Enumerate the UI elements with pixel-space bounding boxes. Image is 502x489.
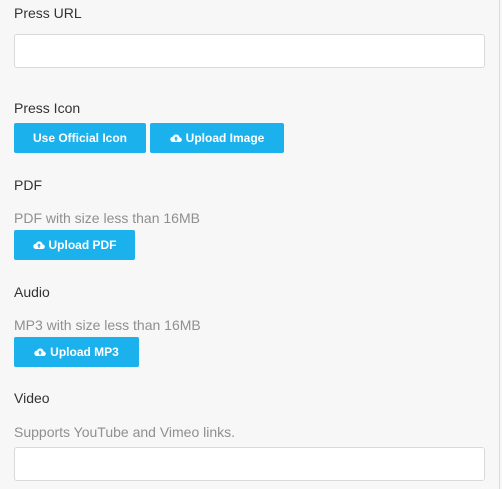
upload-image-button-label: Upload Image bbox=[185, 131, 265, 145]
upload-pdf-button[interactable]: Upload PDF bbox=[14, 230, 135, 260]
use-official-icon-button[interactable]: Use Official Icon bbox=[14, 123, 146, 153]
press-url-label: Press URL bbox=[14, 5, 82, 21]
audio-label: Audio bbox=[14, 284, 50, 300]
pdf-label: PDF bbox=[14, 177, 42, 193]
use-official-icon-button-label: Use Official Icon bbox=[32, 131, 128, 145]
video-label: Video bbox=[14, 390, 50, 406]
upload-mp3-button[interactable]: Upload MP3 bbox=[14, 337, 139, 367]
upload-pdf-button-label: Upload PDF bbox=[48, 238, 117, 252]
upload-mp3-button-label: Upload MP3 bbox=[50, 345, 119, 359]
cloud-upload-icon bbox=[34, 347, 46, 357]
cloud-upload-icon bbox=[32, 240, 45, 250]
audio-help-text: MP3 with size less than 16MB bbox=[14, 317, 201, 333]
upload-image-button[interactable]: Upload Image bbox=[150, 123, 284, 153]
pdf-help-text: PDF with size less than 16MB bbox=[14, 210, 200, 226]
video-link-input[interactable] bbox=[14, 447, 485, 481]
press-form-panel: Press URL Press Icon Use Official Icon U… bbox=[0, 0, 500, 489]
video-help-text: Supports YouTube and Vimeo links. bbox=[14, 424, 236, 440]
cloud-upload-icon bbox=[169, 133, 182, 143]
press-url-input[interactable] bbox=[14, 34, 485, 68]
press-icon-label: Press Icon bbox=[14, 100, 81, 116]
